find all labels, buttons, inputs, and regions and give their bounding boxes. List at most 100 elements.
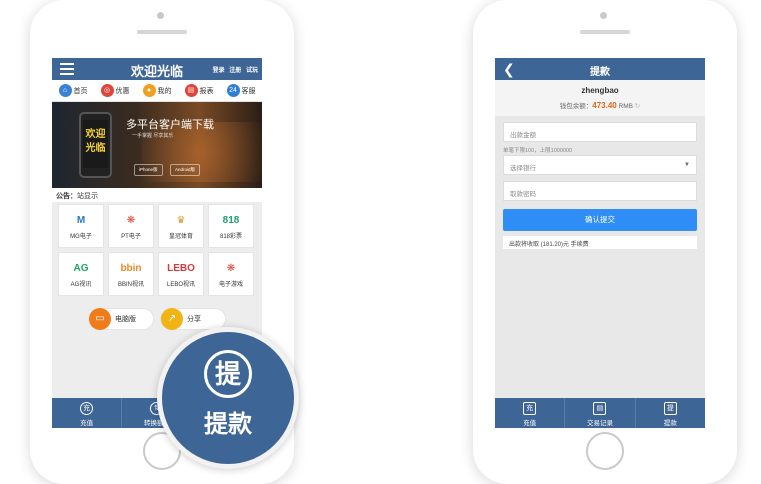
chevron-down-icon: ▼ [684,162,690,168]
game-label: PT电子 [121,234,141,240]
tab-label: 交易记录 [586,420,613,427]
bank-select-placeholder: 选择银行 [510,165,536,172]
game-tile[interactable]: bbin BBIN视讯 [108,252,154,296]
nav-label: 首页 [73,87,88,95]
android-store-badge[interactable]: Android版 [170,164,201,176]
account-summary: zhengbao 钱包余额：473.40 RMB ↻ [495,80,705,116]
submit-button[interactable]: 确认提交 [503,209,697,231]
computer-icon: ▭ [89,308,111,330]
game-label: MG电子 [70,234,92,240]
nav-item-1[interactable]: ◎ 优惠 [100,84,130,97]
speaker-grill [580,30,630,34]
game-tile[interactable]: ❋ 电子游戏 [208,252,254,296]
withdraw-screen: ❮ 提款 zhengbao 钱包余额：473.40 RMB ↻ 出款金额 单笔下… [495,58,705,428]
download-banner[interactable]: 欢迎光临 多平台客户端下载 一手掌握 尽享其乐 iPhone版 Android版 [52,102,262,188]
nav-label: 客服 [241,87,256,95]
user-icon: ● [142,84,156,97]
fee-notice: 出款将收取 (181.20)元 手续费 [503,236,697,249]
nav-item-0[interactable]: ⌂ 首页 [58,84,88,97]
gift-icon: ◎ [100,84,114,97]
withdraw-icon: 提 [204,350,252,398]
username: zhengbao [581,86,619,95]
withdraw-form: 出款金额 单笔下限100，上限1000000 选择银行 ▼ 取款密码 确认提交 … [495,116,705,428]
nav-item-3[interactable]: ▤ 报表 [184,84,214,97]
banner-phone-text: 欢迎光临 [83,120,108,168]
tab-label: 充值 [523,420,537,427]
phone-frame-right: ❮ 提款 zhengbao 钱包余额：473.40 RMB ↻ 出款金额 单笔下… [473,0,737,484]
tab-item[interactable]: ▤ 交易记录 [565,398,636,428]
game-tile[interactable]: 818 818彩票 [208,204,254,248]
nav-label: 优惠 [115,87,130,95]
game-label: 皇冠体育 [168,234,193,240]
nav-item-2[interactable]: ● 我的 [142,84,172,97]
password-input[interactable]: 取款密码 [503,181,697,201]
home-icon: ⌂ [58,84,72,97]
game-label: 818彩票 [219,234,242,240]
stage: 欢迎光临 登录 注册 试玩 ⌂ 首页 ◎ 优惠 ● 我的 ▤ 报表 24 客服 [0,0,761,484]
game-logo-icon: AG [73,263,89,274]
game-logo-icon: LEBO [167,263,195,274]
game-label: BBIN视讯 [117,282,144,288]
game-tile[interactable]: AG AG视讯 [58,252,104,296]
tab-label: 提款 [663,420,677,427]
register-link[interactable]: 注册 [229,68,241,74]
game-label: 电子游戏 [218,282,243,288]
banner-subtitle: 一手掌握 尽享其乐 [132,133,174,139]
withdraw-header: ❮ 提款 [495,58,705,80]
quick-nav: ⌂ 首页 ◎ 优惠 ● 我的 ▤ 报表 24 客服 [52,80,262,102]
game-tile[interactable]: M MG电子 [58,204,104,248]
game-logo-icon: M [76,215,86,226]
zoom-callout-withdraw: 提 提款 [157,327,299,469]
header-links: 登录 注册 试玩 [210,65,258,74]
game-label: AG视讯 [70,282,92,288]
nav-label: 我的 [157,87,172,95]
app-header: 欢迎光临 登录 注册 试玩 [52,58,262,80]
zoom-label: 提款 [204,411,252,438]
camera-dot [600,12,607,19]
tab-label: 充值 [80,420,94,427]
game-logo-icon: ❋ [226,263,236,274]
nav-item-4[interactable]: 24 客服 [226,84,256,97]
game-tile[interactable]: LEBO LEBO视讯 [158,252,204,296]
home-button [586,432,624,470]
button-label: 分享 [187,316,201,323]
speaker-grill [137,30,187,34]
game-logo-icon: ❋ [126,215,136,226]
camera-dot [157,12,164,19]
login-link[interactable]: 登录 [213,68,225,74]
report-icon: ▤ [184,84,198,97]
withdraw-title: 提款 [590,67,610,78]
button-label: 电脑版 [115,316,136,323]
announcement-text: 站显示 [77,193,98,200]
refresh-icon[interactable]: ↻ [635,103,640,110]
game-logo-icon: ♛ [176,215,186,226]
balance-amount: 473.40 [592,101,617,110]
game-label: LEBO视讯 [166,282,195,288]
record-icon: ▤ [593,402,607,415]
tab-item[interactable]: 充 充值 [495,398,566,428]
amount-limit-hint: 单笔下限100，上限1000000 [503,148,573,154]
game-logo-icon: bbin [120,263,142,274]
tab-item[interactable]: 充 充值 [52,398,123,428]
recharge-icon: 充 [80,402,94,415]
banner-phone-image: 欢迎光临 [79,112,112,178]
game-logo-icon: 818 [222,215,240,226]
bottom-tabbar-right: 充 充值 ▤ 交易记录 提 提款 [495,398,705,428]
game-grid: M MG电子 ❋ PT电子 ♛ 皇冠体育 818 818彩票 AG AG视讯 b… [52,204,262,296]
trial-link[interactable]: 试玩 [246,68,258,74]
tab-item[interactable]: 提 提款 [636,398,705,428]
balance-unit: RMB [618,103,633,110]
bank-select[interactable]: 选择银行 ▼ [503,155,697,175]
service-icon: 24 [226,84,240,97]
game-tile[interactable]: ♛ 皇冠体育 [158,204,204,248]
game-tile[interactable]: ❋ PT电子 [108,204,154,248]
announcement-bar[interactable]: 公告：站显示 [52,188,262,202]
share-button[interactable]: ↗ 分享 [160,308,226,330]
desktop-version-button[interactable]: ▭ 电脑版 [88,308,154,330]
amount-input[interactable]: 出款金额 [503,122,697,142]
iphone-store-badge[interactable]: iPhone版 [134,164,163,176]
recharge-icon: 充 [523,402,537,415]
nav-label: 报表 [199,87,214,95]
announcement-label: 公告： [56,193,77,200]
banner-headline: 多平台客户端下载 [126,119,214,131]
